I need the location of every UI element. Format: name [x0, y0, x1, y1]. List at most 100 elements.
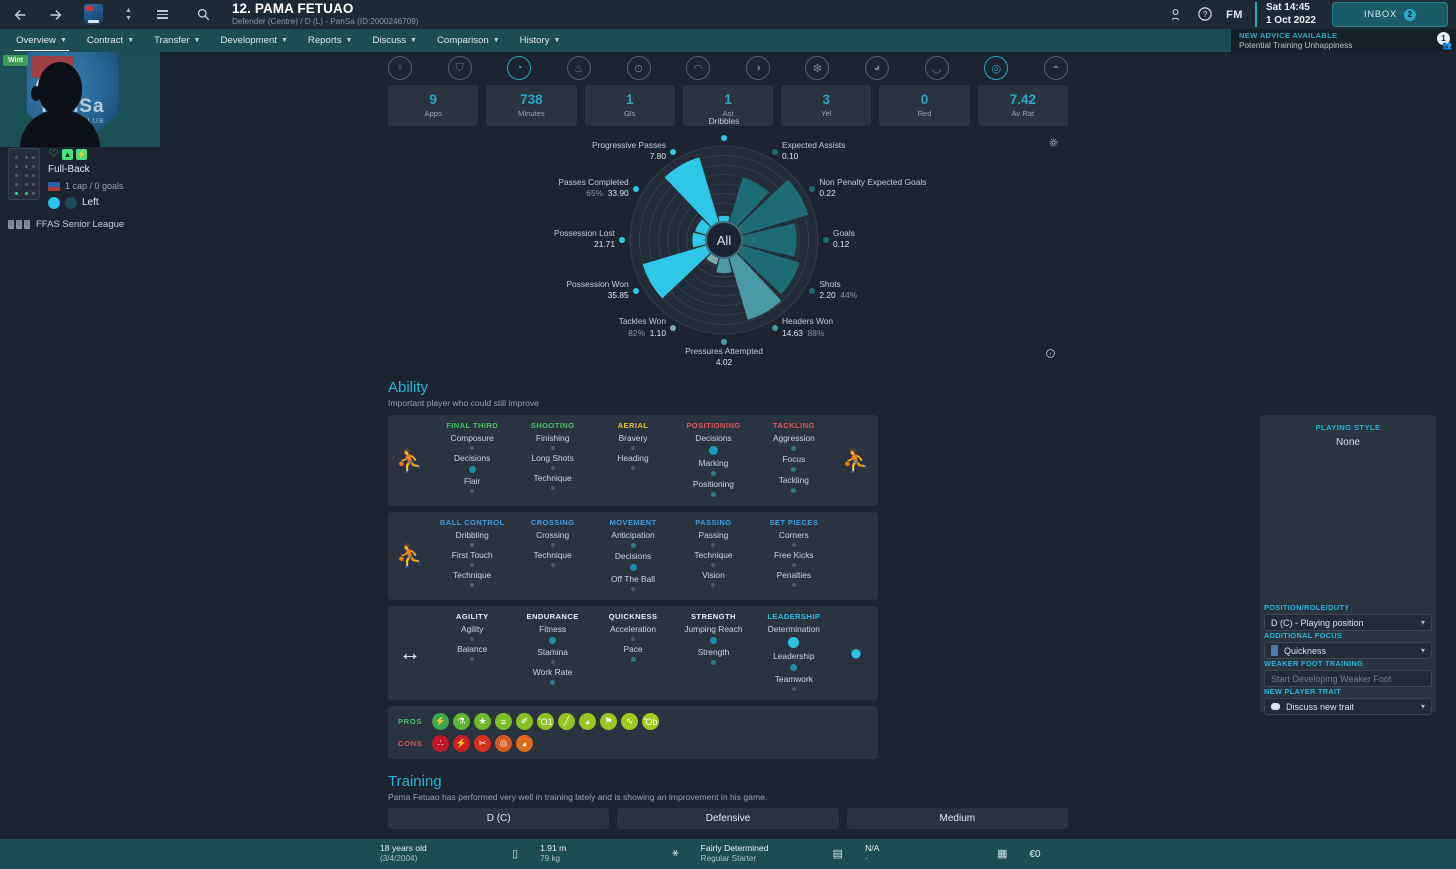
inbox-button[interactable]: INBOX 2: [1332, 2, 1448, 27]
stat-label: Red: [917, 109, 932, 119]
pro-eyes-icon[interactable]: ◕: [579, 713, 596, 730]
nav-tab-comparison[interactable]: Comparison ▼: [427, 29, 510, 52]
run-icon[interactable]: ♨: [566, 56, 591, 80]
ability-column-header: PASSING: [695, 518, 732, 527]
nav-tab-label: Discuss: [372, 35, 407, 46]
position-label: POSITION/ROLE/DUTY: [1264, 603, 1350, 612]
advice-notification[interactable]: NEW ADVICE AVAILABLE Potential Training …: [1231, 29, 1456, 52]
polar-label-dot: [670, 148, 676, 155]
ability-column-header: POSITIONING: [686, 421, 741, 430]
ability-column-set-pieces: SET PIECES Corners Free Kicks Penalties: [754, 518, 834, 594]
date-time: Sat 14:45: [1265, 2, 1310, 13]
ability-attribute-name: Heading: [617, 453, 649, 463]
stat-card-red[interactable]: 0 Red: [879, 85, 970, 126]
ability-attribute-name: Agility: [461, 624, 484, 634]
stat-card-yel[interactable]: 3 Yel: [781, 85, 872, 126]
con-footprints-icon[interactable]: ∴: [432, 735, 449, 752]
stat-card-av-rat[interactable]: 7.42 Av Rat: [977, 85, 1068, 126]
stat-card-minutes[interactable]: 738 Minutes: [486, 85, 577, 126]
nav-tab-history[interactable]: History ▼: [510, 29, 571, 52]
nav-tab-label: Comparison: [436, 35, 489, 46]
contract-icon[interactable]: ▤: [833, 847, 843, 860]
ability-rating-dot: [709, 637, 717, 644]
ability-attribute-name: Strength: [697, 647, 730, 657]
focus-select[interactable]: Quickness ▾: [1264, 642, 1432, 659]
tactics-icon[interactable]: [1160, 6, 1190, 24]
ability-attribute-name: Decisions: [454, 453, 491, 463]
additional-focus-field: ADDITIONAL FOCUS Quickness ▾: [1264, 631, 1432, 659]
pro-zigzag-icon[interactable]: ≡: [495, 713, 512, 730]
nav-tab-transfer[interactable]: Transfer ▼: [144, 29, 210, 52]
nav-tab-discuss[interactable]: Discuss ▼: [362, 29, 427, 52]
face-icon[interactable]: ◓: [1043, 56, 1068, 80]
target-icon[interactable]: ◎: [984, 56, 1009, 80]
pro-star-icon[interactable]: ★: [474, 713, 491, 730]
con-scissors-icon[interactable]: ✂: [474, 735, 491, 752]
training-card-1[interactable]: Defensive: [617, 808, 839, 829]
pitch-position-dot: [15, 192, 18, 195]
polar-label-dot: [632, 288, 639, 294]
ball-icon[interactable]: ❇: [805, 56, 830, 80]
search-icon[interactable]: [197, 8, 210, 21]
pro-bandage-icon[interactable]: ╱: [558, 713, 575, 730]
pro-bulb-icon[interactable]: Ὂ1: [537, 713, 554, 730]
bottom-bar-secondary: (3/4/2004): [380, 854, 418, 864]
ability-spacer: [673, 668, 753, 679]
nav-tab-overview[interactable]: Overview ▼: [6, 29, 77, 52]
weaker-foot-field: WEAKER FOOT TRAINING Start Developing We…: [1264, 659, 1432, 687]
ability-rating-dot: [468, 466, 476, 473]
stat-card-apps[interactable]: 9 Apps: [388, 85, 479, 126]
person-icon[interactable]: ☿: [388, 56, 412, 80]
person-icon[interactable]: ⚹: [672, 847, 679, 860]
goalkeeper-icon[interactable]: ◕: [865, 56, 889, 80]
pitch-position-dot: [25, 156, 28, 159]
con-target-icon[interactable]: ◎: [495, 735, 512, 752]
ability-column-quickness: QUICKNESS Acceleration Pace: [593, 612, 673, 694]
trait-select[interactable]: Discuss new trait ▾: [1264, 698, 1432, 715]
con-drop-icon[interactable]: ◕: [516, 735, 533, 752]
con-lightning-icon[interactable]: ⚡: [453, 735, 470, 752]
menu-icon[interactable]: [156, 10, 168, 19]
position-select[interactable]: D (C) - Playing position ▾: [1264, 614, 1432, 631]
help-icon[interactable]: ?: [1190, 6, 1220, 24]
ability-attribute-name: Penalties: [776, 570, 812, 580]
training-card-2[interactable]: Medium: [846, 808, 1068, 829]
pro-curve-icon[interactable]: ∿: [621, 713, 638, 730]
ability-spacer: [593, 473, 673, 484]
dome-icon[interactable]: ◡: [924, 56, 949, 80]
clock-icon[interactable]: ⊙: [626, 56, 651, 80]
boot-icon[interactable]: ◠: [686, 56, 711, 80]
ability-column-aerial: AERIAL Bravery Heading: [593, 421, 673, 500]
ability-attribute-name: Decisions: [695, 433, 732, 443]
player-status-badges: ♡ ▲ ⚡: [48, 148, 124, 160]
head-profile-icon[interactable]: ◔: [507, 56, 532, 80]
page-title: 12. PAMA FETUAO Defender (Centre) / D (L…: [232, 1, 419, 27]
whistle-icon[interactable]: ◑: [745, 56, 770, 80]
stat-card-gls[interactable]: 1 Gls: [584, 85, 675, 126]
ability-attribute-name: Teamwork: [774, 674, 813, 684]
nav-tab-contract[interactable]: Contract ▼: [77, 29, 144, 52]
pro-flag-icon[interactable]: ⚑: [600, 713, 617, 730]
polar-label: Shots 2.20 44%: [819, 279, 858, 301]
shirt-icon[interactable]: ⛉: [447, 56, 472, 80]
nav-tab-development[interactable]: Development ▼: [210, 29, 297, 52]
training-card-0[interactable]: D (C): [388, 808, 610, 829]
nav-tab-reports[interactable]: Reports ▼: [298, 29, 363, 52]
pro-determination-icon[interactable]: ⚡: [432, 713, 449, 730]
shirt-icon[interactable]: ▯: [512, 847, 518, 860]
pro-flask-icon[interactable]: ⚗: [453, 713, 470, 730]
chart-info-icon[interactable]: i: [1046, 345, 1055, 363]
ability-column-header: MOVEMENT: [609, 518, 657, 527]
player-silhouette-icon: [14, 60, 106, 147]
money-icon[interactable]: ▦: [997, 847, 1007, 860]
pro-clipboard-icon[interactable]: Ὄb: [642, 713, 659, 730]
forward-arrow-icon[interactable]: [46, 6, 64, 24]
club-badge-small-icon[interactable]: [84, 4, 103, 25]
pro-injection-icon[interactable]: ✐: [516, 713, 533, 730]
chart-settings-gear-icon[interactable]: [1049, 134, 1058, 152]
weaker-foot-button[interactable]: Start Developing Weaker Foot: [1264, 670, 1432, 687]
club-switch-chevrons-icon[interactable]: ▲ ▼: [125, 7, 132, 22]
ability-column-header: SET PIECES: [769, 518, 819, 527]
ability-attribute-name: Marking: [698, 458, 729, 468]
back-arrow-icon[interactable]: [12, 6, 30, 24]
